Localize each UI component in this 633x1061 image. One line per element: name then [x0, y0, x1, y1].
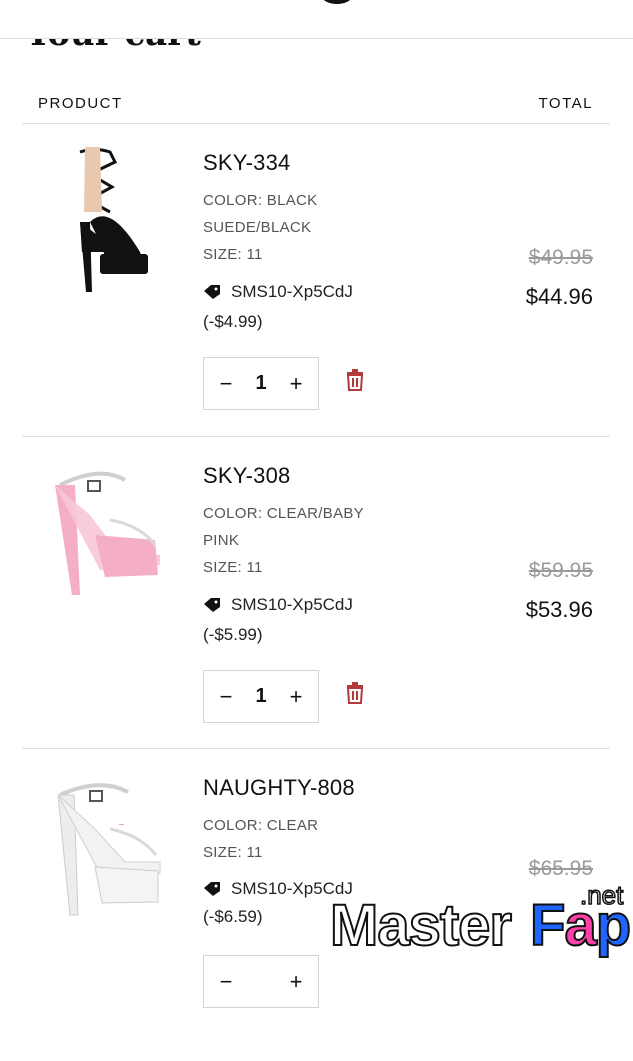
price-original: $49.95	[528, 246, 593, 269]
product-size: SIZE: 11	[203, 559, 263, 576]
product-color: COLOR: BLACK	[203, 192, 318, 209]
minus-icon[interactable]: −	[216, 970, 236, 993]
discount-row: SMS10-Xp5CdJ	[203, 879, 353, 899]
quantity-value[interactable]: 1	[255, 372, 266, 395]
product-color-cont: SUEDE/BLACK	[203, 219, 312, 236]
discount-code: SMS10-Xp5CdJ	[231, 282, 353, 301]
product-image-clear-sandal[interactable]: ~	[40, 767, 170, 917]
discount-amount: (-$5.99)	[203, 625, 263, 644]
product-image-pink-sandal[interactable]	[40, 455, 170, 605]
svg-text:~: ~	[118, 820, 125, 829]
cart-item: ~ NAUGHTY-808 COLOR: CLEAR SIZE: 11 SMS1…	[0, 749, 633, 1061]
product-color: COLOR: CLEAR	[203, 817, 319, 834]
product-name[interactable]: SKY-308	[203, 463, 290, 489]
discount-code: SMS10-Xp5CdJ	[231, 595, 353, 614]
quantity-stepper: − 1 +	[203, 357, 319, 410]
plus-icon[interactable]: +	[286, 970, 306, 993]
trash-icon[interactable]	[345, 369, 365, 391]
product-size: SIZE: 11	[203, 844, 263, 861]
product-image-black-sandal[interactable]	[40, 142, 170, 292]
product-color-cont: PINK	[203, 532, 240, 549]
product-size: SIZE: 11	[203, 246, 263, 263]
cart-item: SKY-334 COLOR: BLACK SUEDE/BLACK SIZE: 1…	[0, 124, 633, 436]
tag-icon	[204, 285, 220, 299]
quantity-value[interactable]: 1	[255, 685, 266, 708]
minus-icon[interactable]: −	[216, 685, 236, 708]
column-header-total: TOTAL	[538, 95, 593, 112]
trash-icon[interactable]	[345, 682, 365, 704]
price-final: $53.96	[525, 597, 593, 622]
plus-icon[interactable]: +	[286, 372, 306, 395]
discount-amount: (-$4.99)	[203, 312, 263, 331]
logo-fragment	[322, 0, 352, 4]
tag-icon	[204, 598, 220, 612]
discount-code: SMS10-Xp5CdJ	[231, 879, 353, 898]
product-name[interactable]: NAUGHTY-808	[203, 775, 355, 801]
price-original: $65.95	[528, 857, 593, 880]
price-final: $44.96	[525, 284, 593, 309]
site-header	[0, 0, 633, 39]
quantity-stepper: − +	[203, 955, 319, 1008]
cart-item: SKY-308 COLOR: CLEAR/BABY PINK SIZE: 11 …	[0, 437, 633, 749]
column-header-product: PRODUCT	[38, 95, 123, 112]
plus-icon[interactable]: +	[286, 685, 306, 708]
discount-row: SMS10-Xp5CdJ	[203, 595, 353, 615]
discount-amount: (-$6.59)	[203, 907, 263, 926]
price-original: $59.95	[528, 559, 593, 582]
product-color: COLOR: CLEAR/BABY	[203, 505, 364, 522]
discount-row: SMS10-Xp5CdJ	[203, 282, 353, 302]
minus-icon[interactable]: −	[216, 372, 236, 395]
tag-icon	[204, 882, 220, 896]
quantity-stepper: − 1 +	[203, 670, 319, 723]
product-name[interactable]: SKY-334	[203, 150, 290, 176]
